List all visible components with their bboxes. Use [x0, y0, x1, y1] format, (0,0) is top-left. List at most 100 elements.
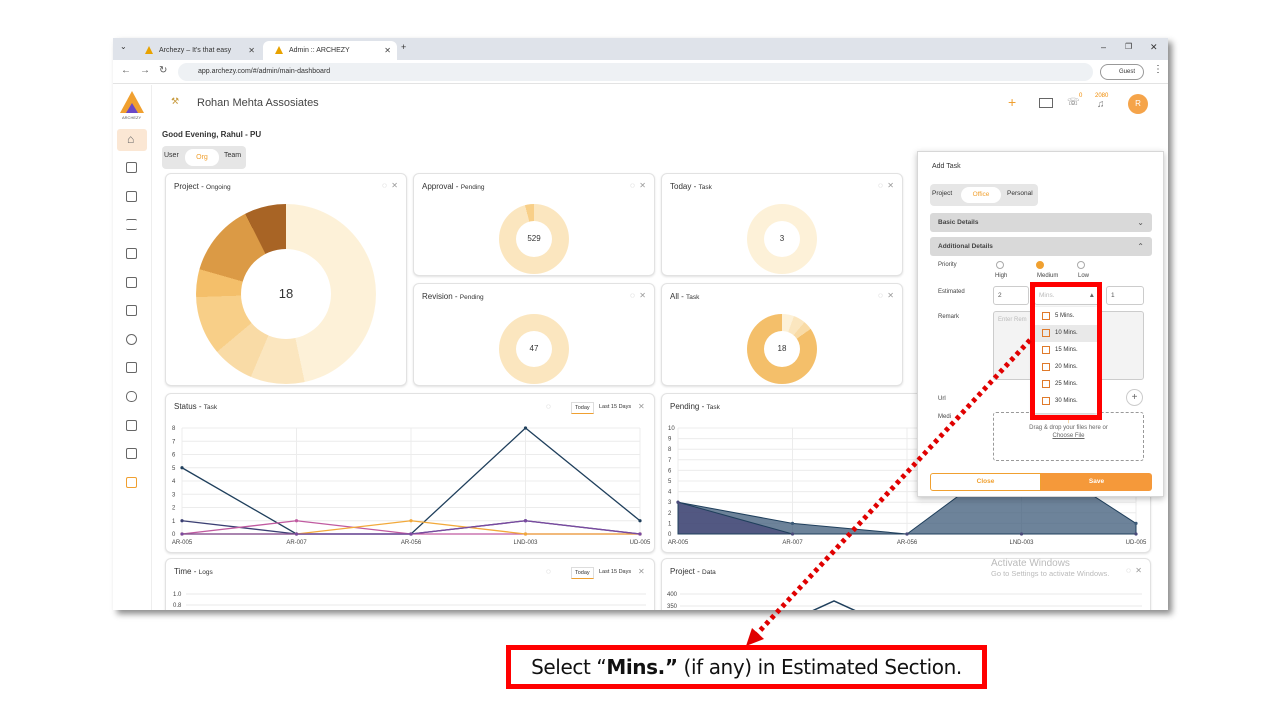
- y-tick-label: 6: [668, 468, 672, 474]
- hierarchy-icon[interactable]: [126, 448, 137, 459]
- clipboard-check-icon[interactable]: [126, 420, 137, 431]
- additional-details-section[interactable]: Additional Details ⌃: [930, 237, 1152, 256]
- y-tick-label: 2: [668, 511, 672, 517]
- time-logs-chart: 1.0 0.8: [173, 592, 646, 609]
- priority-low-radio[interactable]: [1077, 261, 1085, 269]
- close-button[interactable]: Close: [930, 473, 1041, 491]
- url-field[interactable]: app.archezy.com/#/admin/main-dashboard: [178, 63, 1093, 81]
- x-tick-label: UD-005: [1126, 540, 1147, 546]
- donut-center-value: 3: [764, 221, 800, 257]
- y-tick-label: 9: [668, 437, 672, 443]
- save-button[interactable]: Save: [1041, 473, 1152, 491]
- greeting: Good Evening, Rahul - PU: [162, 130, 262, 139]
- new-tab-icon[interactable]: +: [401, 42, 406, 52]
- task-type-tabs: Project Office Personal: [930, 184, 1038, 206]
- view-tab-team[interactable]: Team: [224, 152, 241, 159]
- data-point: [180, 466, 184, 470]
- minimize-icon[interactable]: –: [1101, 42, 1106, 52]
- hide-icon[interactable]: ◌: [630, 291, 635, 300]
- tab-list-icon[interactable]: ⌄: [120, 42, 127, 51]
- x-tick-label: LND-003: [1009, 540, 1034, 546]
- close-icon[interactable]: ✕: [887, 181, 894, 190]
- home-icon[interactable]: [117, 129, 147, 151]
- forward-icon[interactable]: →: [140, 65, 150, 76]
- y-tick-label: 350: [667, 604, 678, 610]
- clipboard-clock-icon[interactable]: [126, 191, 137, 202]
- choose-file-link[interactable]: Choose File: [994, 433, 1143, 439]
- view-tab-org[interactable]: Org: [185, 149, 219, 166]
- estimated-hours-input[interactable]: 2: [993, 286, 1029, 305]
- data-point: [1134, 532, 1138, 536]
- tab-archezy[interactable]: Archezy – It's that easy ✕: [133, 41, 261, 60]
- close-tab-icon[interactable]: ✕: [248, 41, 255, 60]
- windows-watermark: Activate Windows Go to Settings to activ…: [991, 558, 1109, 578]
- tab-bar: ⌄ Archezy – It's that easy ✕ Admin :: AR…: [113, 38, 1168, 60]
- sidebar: ARCHEZY: [113, 85, 152, 610]
- watermark-subtitle: Go to Settings to activate Windows.: [991, 569, 1110, 578]
- back-icon[interactable]: ←: [121, 65, 131, 76]
- close-icon[interactable]: ✕: [887, 291, 894, 300]
- shield-icon[interactable]: [126, 391, 137, 402]
- hide-icon[interactable]: ◌: [382, 181, 387, 190]
- close-icon[interactable]: ✕: [391, 181, 398, 190]
- basic-details-section[interactable]: Basic Details ⌄: [930, 213, 1152, 232]
- priority-medium-radio[interactable]: [1036, 261, 1044, 269]
- restore-icon[interactable]: ❐: [1125, 42, 1132, 51]
- browser-menu-icon[interactable]: ⋮: [1153, 64, 1163, 75]
- edit-icon[interactable]: [126, 248, 137, 259]
- card-title-text: Revision -: [422, 292, 460, 301]
- close-tab-icon[interactable]: ✕: [384, 41, 391, 60]
- folder-icon[interactable]: [126, 362, 137, 373]
- callout-text-post: (if any) in Estimated Section.: [677, 655, 963, 679]
- chat-badge: 0: [1079, 93, 1083, 99]
- all-task-donut: 18: [747, 314, 817, 384]
- donut-center-value: 18: [764, 331, 800, 367]
- y-tick-label: 10: [668, 426, 675, 432]
- card-actions: ◌ ✕: [382, 181, 398, 190]
- contacts-icon[interactable]: [126, 162, 137, 173]
- archezy-favicon-icon: [275, 46, 283, 54]
- tab-personal[interactable]: Personal: [1007, 190, 1033, 197]
- x-tick-label: AR-056: [897, 540, 918, 546]
- users-icon[interactable]: [126, 477, 137, 488]
- add-url-icon[interactable]: +: [1126, 389, 1143, 406]
- close-icon[interactable]: ✕: [639, 291, 646, 300]
- print-icon[interactable]: [126, 334, 137, 345]
- data-point: [523, 519, 528, 523]
- y-tick-label: 4: [668, 490, 672, 496]
- url-label: Url: [938, 396, 946, 402]
- hide-icon[interactable]: ◌: [878, 291, 883, 300]
- close-window-icon[interactable]: ✕: [1150, 42, 1158, 53]
- review-icon[interactable]: [126, 277, 137, 288]
- reload-icon[interactable]: ↻: [159, 65, 167, 76]
- view-tab-user[interactable]: User: [164, 152, 179, 159]
- avatar[interactable]: R: [1128, 94, 1148, 114]
- chevron-up-icon: ⌃: [1137, 242, 1144, 251]
- card-title: Revision - Pending: [422, 292, 484, 301]
- remark-label: Remark: [938, 314, 960, 320]
- hide-icon[interactable]: ◌: [630, 181, 635, 190]
- add-icon[interactable]: +: [1008, 94, 1016, 110]
- bell-icon[interactable]: ♫: [1097, 99, 1105, 110]
- tab-admin[interactable]: Admin :: ARCHEZY ✕: [263, 41, 397, 60]
- x-tick-label: LND-003: [513, 540, 538, 546]
- profile-button[interactable]: Guest: [1100, 64, 1144, 80]
- hide-icon[interactable]: ◌: [878, 181, 883, 190]
- y-tick-label: 1.0: [173, 592, 182, 598]
- time-logs-card: Time - Logs ◌ Today Last 15 Days ✕ 1.0 0…: [165, 558, 655, 610]
- document-icon[interactable]: [126, 305, 137, 316]
- data-point: [1134, 521, 1138, 525]
- y-tick-label: 5: [668, 479, 672, 485]
- card-title-text: Approval -: [422, 182, 461, 191]
- estimated-count-input[interactable]: 1: [1106, 286, 1144, 305]
- priority-high-radio[interactable]: [996, 261, 1004, 269]
- close-icon[interactable]: ✕: [639, 181, 646, 190]
- profile-label: Guest: [1119, 69, 1136, 75]
- priority-medium-label: Medium: [1037, 273, 1059, 279]
- tab-project[interactable]: Project: [932, 190, 952, 197]
- mail-icon[interactable]: [1039, 98, 1053, 108]
- chat-icon[interactable]: ☏: [1067, 97, 1080, 108]
- task-list-icon[interactable]: [126, 219, 137, 230]
- watermark-title: Activate Windows: [991, 558, 1070, 569]
- tab-office[interactable]: Office: [961, 187, 1001, 203]
